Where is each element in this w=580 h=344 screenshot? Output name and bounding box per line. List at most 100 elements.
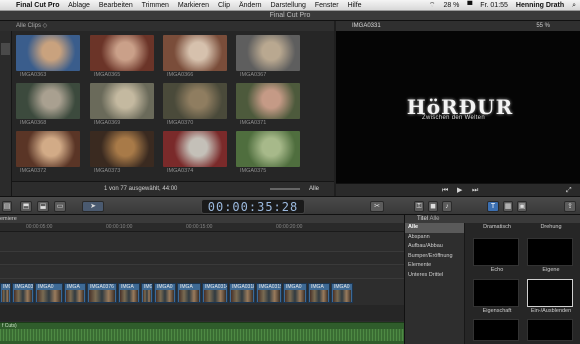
title-subtitle: Zwischen den Welten	[422, 115, 485, 121]
clip-label: IMGA0369	[94, 120, 121, 126]
enhance-button[interactable]: ✂	[370, 201, 384, 212]
clip-label: IMGA0374	[167, 168, 194, 174]
clip-thumbnail[interactable]: IMGA0373	[90, 131, 154, 175]
timecode-display[interactable]: 00:00:35:28	[201, 199, 305, 214]
timeline-clip[interactable]: IMGA	[64, 283, 86, 303]
timeline-clip[interactable]: IMGA0318	[229, 283, 255, 303]
category-unteres-drittel[interactable]: Unteres Drittel	[405, 271, 464, 281]
timeline-clip[interactable]: IMGA	[308, 283, 330, 303]
clip-thumbnail[interactable]: IMGA0365	[90, 35, 154, 79]
search-icon[interactable]: ⌕	[572, 2, 576, 9]
timeline-clip[interactable]: IMGA0	[154, 283, 176, 303]
menu-markieren[interactable]: Markieren	[178, 2, 209, 9]
menu-bar: Final Cut Pro Ablage Bearbeiten Trimmen …	[0, 0, 580, 11]
timeline-clip-frames	[156, 290, 174, 302]
category-abspann[interactable]: Abspann	[405, 233, 464, 243]
ruler-mark: 00:00:05:00	[26, 224, 53, 230]
timeline-clip[interactable]: IMGA0314	[202, 283, 228, 303]
titles-header-filter[interactable]: Alle	[429, 216, 439, 222]
menu-fenster[interactable]: Fenster	[315, 2, 339, 9]
clip-label: IMGA0371	[240, 120, 267, 126]
timeline-clip[interactable]: IMGA	[177, 283, 201, 303]
connect-button[interactable]: ⬒	[20, 201, 32, 212]
clip-thumbnail[interactable]: IMGA0369	[90, 83, 154, 127]
title-thumb-row4b[interactable]	[527, 319, 573, 341]
append-button[interactable]: ▭	[54, 201, 66, 212]
category-alle[interactable]: Alle	[405, 223, 464, 233]
clip-thumbnail[interactable]: IMGA0368	[16, 83, 80, 127]
browser-filter[interactable]: Alle Clips ◇	[0, 21, 334, 31]
clip-thumbnail[interactable]: IMGA0371	[236, 83, 300, 127]
time-ruler[interactable]: 00:00:05:00 00:00:10:00 00:00:15:00 00:0…	[0, 223, 404, 232]
connected-track[interactable]	[0, 251, 404, 265]
library-sidebar-toggle[interactable]	[0, 31, 12, 196]
audio-waveform	[0, 329, 404, 341]
timeline: emiere 00:00:05:00 00:00:10:00 00:00:15:…	[0, 215, 404, 344]
timeline-clip[interactable]: IMGA0	[331, 283, 353, 303]
viewer-screen[interactable]: HöRÐUR Zwischen den Welten	[336, 31, 580, 183]
clip-thumbnail[interactable]: IMGA0363	[16, 35, 80, 79]
clip-thumbnail[interactable]: IMGA0370	[163, 83, 227, 127]
clip-label: IMGA0370	[167, 120, 194, 126]
timeline-clip[interactable]: IMGA	[141, 283, 153, 303]
menu-aendern[interactable]: Ändern	[239, 2, 262, 9]
browser-footer: 1 von 77 ausgewählt, 44:00 Alle	[12, 181, 334, 196]
menu-trimmen[interactable]: Trimmen	[142, 2, 169, 9]
timeline-clip[interactable]: IMGA	[118, 283, 140, 303]
category-bumper[interactable]: Bumper/Eröffnung	[405, 252, 464, 262]
selection-count: 1 von 77 ausgewählt, 44:00	[104, 186, 178, 192]
title-thumb-echo[interactable]	[473, 238, 519, 266]
menu-darstellung[interactable]: Darstellung	[271, 2, 306, 9]
generators-icon[interactable]: ▦	[503, 201, 513, 212]
timeline-clip-frames	[89, 290, 115, 302]
category-aufbau[interactable]: Aufbau/Abbau	[405, 242, 464, 252]
photos-icon[interactable]: ◼	[428, 201, 438, 212]
storyline-gap	[0, 305, 404, 321]
clip-thumbnail[interactable]: IMGA0375	[236, 131, 300, 175]
connected-track-2[interactable]	[0, 267, 404, 279]
timeline-clip[interactable]: IMGA0	[283, 283, 307, 303]
menu-bearbeiten[interactable]: Bearbeiten	[99, 2, 133, 9]
clip-thumbnail[interactable]: IMGA0367	[236, 35, 300, 79]
titles-icon[interactable]: T	[487, 201, 499, 212]
title-label-echo: Echo	[490, 267, 504, 273]
user-name[interactable]: Henning Drath	[516, 2, 564, 9]
zoom-slider[interactable]	[270, 188, 300, 190]
wifi-icon[interactable]: ⌔	[429, 2, 436, 9]
category-elemente[interactable]: Elemente	[405, 261, 464, 271]
title-label-ein-ausblenden: Ein-/Ausblenden	[530, 308, 572, 314]
audio-track[interactable]: f Cuts)	[0, 322, 404, 344]
timeline-clip[interactable]: IMGA0	[35, 283, 63, 303]
clip-image	[16, 131, 80, 167]
themes-icon[interactable]: ▣	[517, 201, 527, 212]
title-thumb-eigene[interactable]	[527, 238, 573, 266]
flag-icon[interactable]: ▀	[467, 2, 472, 9]
clip-thumbnail[interactable]: IMGA0366	[163, 35, 227, 79]
title-thumb-row4a[interactable]	[473, 319, 519, 341]
share-icon[interactable]: ⇪	[564, 201, 576, 212]
timeline-clip[interactable]: IMGA0379	[12, 283, 34, 303]
timeline-clip[interactable]: IMGA	[0, 283, 11, 303]
clock[interactable]: Fr. 01:55	[480, 2, 508, 9]
title-thumb-ein-ausblenden[interactable]	[527, 279, 573, 307]
clip-thumbnail[interactable]: IMGA0374	[163, 131, 227, 175]
title-thumb-eigenschaft[interactable]	[473, 279, 519, 307]
browser-filter-bottom[interactable]: Alle	[309, 182, 319, 197]
menu-ablage[interactable]: Ablage	[68, 2, 90, 9]
menubar-status: ⌔ 28 % ▀ Fr. 01:55 Henning Drath ⌕	[423, 0, 576, 11]
keywords-icon[interactable]: ⚿	[414, 201, 424, 212]
insert-button[interactable]: ⬓	[37, 201, 49, 212]
menu-clip[interactable]: Clip	[218, 2, 230, 9]
titles-header: Titel Alle	[405, 215, 580, 223]
menu-hilfe[interactable]: Hilfe	[348, 2, 362, 9]
viewer-zoom[interactable]: 55 %	[536, 21, 550, 31]
library-button[interactable]: ▤	[2, 201, 12, 212]
timeline-clip[interactable]: IMGA0319	[256, 283, 282, 303]
menu-app[interactable]: Final Cut Pro	[16, 2, 60, 9]
timeline-clip[interactable]: IMGA0376	[87, 283, 117, 303]
select-tool-button[interactable]: ➤	[82, 201, 104, 212]
toolbar: ▤ ⬒ ⬓ ▭ ➤ 00:00:35:28 ✂ ⚿ ◼ ♪ T ▦ ▣ ⇪	[0, 196, 580, 215]
clip-thumbnail[interactable]: IMGA0372	[16, 131, 80, 175]
music-icon[interactable]: ♪	[442, 201, 452, 212]
battery-status[interactable]: 28 %	[443, 2, 459, 9]
